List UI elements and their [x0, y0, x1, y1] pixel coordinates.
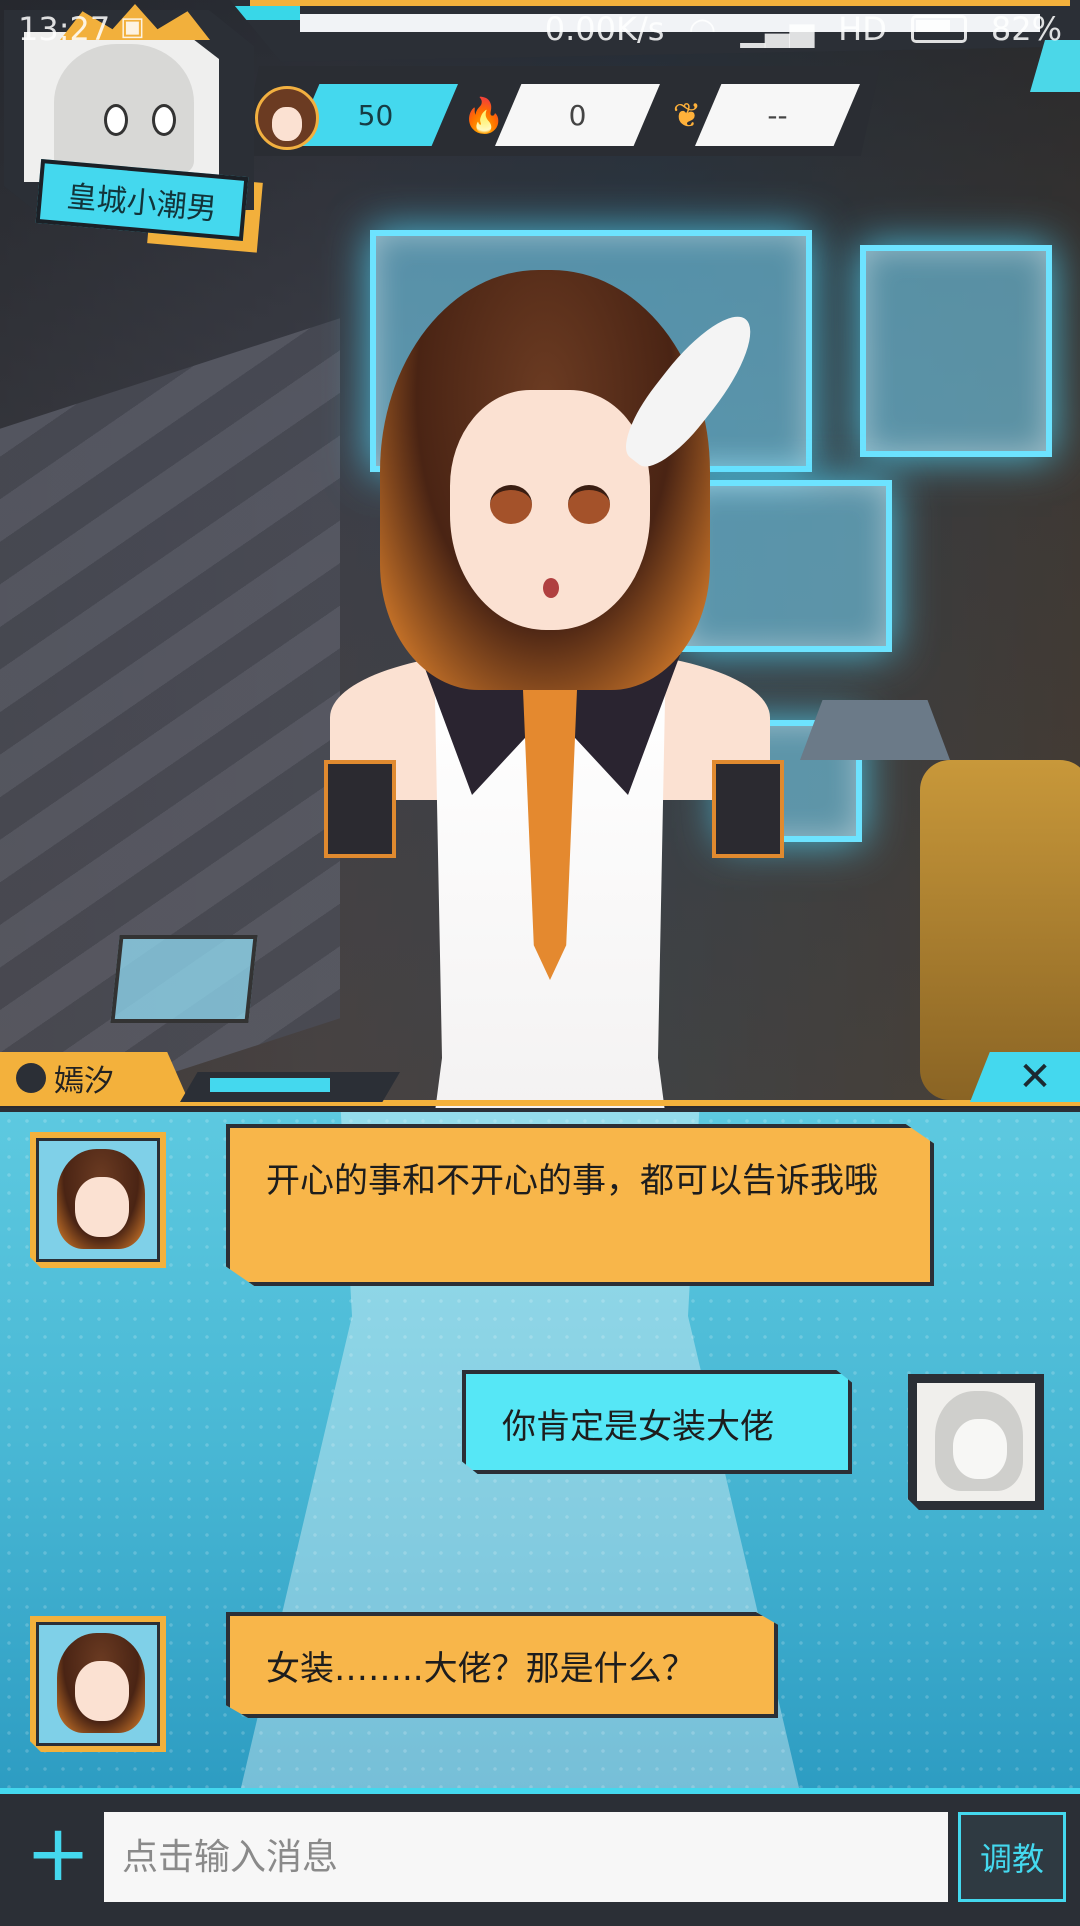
chat-bubble-bot: 女装……..大佬？那是什么？ [226, 1612, 778, 1718]
battery-icon [910, 15, 967, 43]
input-bar: + 调教 [0, 1788, 1080, 1926]
wing-icon: ❦ [672, 96, 702, 136]
speaker-name: 嫣汐 [54, 1064, 114, 1099]
status-bar: 13:27 ▣ 0.00K/s ◠ ▁▃▅ HD 82% [0, 0, 1080, 60]
wing-stat: -- [695, 84, 860, 146]
speaker-nameplate: 嫣汐 [0, 1052, 190, 1104]
avatar-eye [104, 104, 128, 136]
chat-panel[interactable]: 开心的事和不开心的事，都可以告诉我哦 你肯定是女装大佬 女装……..大佬？那是什… [0, 1108, 1080, 1792]
character-eye [568, 485, 610, 524]
close-button[interactable]: ✕ [970, 1052, 1080, 1102]
chat-bubble-bot: 开心的事和不开心的事，都可以告诉我哦 [226, 1124, 934, 1286]
speaker-icon [16, 1063, 46, 1093]
signal-icon: ▁▃▅ [740, 10, 815, 48]
bot-avatar[interactable] [30, 1132, 166, 1268]
message-input[interactable] [104, 1812, 948, 1902]
status-time: 13:27 [18, 10, 111, 48]
character-eye [490, 485, 532, 524]
bot-avatar[interactable] [30, 1616, 166, 1752]
wifi-icon: ◠ [688, 10, 717, 48]
battery-level: 82% [990, 10, 1062, 48]
net-speed: 0.00K/s [544, 10, 665, 48]
character-face [450, 390, 650, 630]
speaker-bar: 嫣汐 ✕ [0, 1050, 1080, 1108]
glowing-monitor [860, 245, 1052, 457]
speaker-deco-cyan [210, 1078, 330, 1092]
character-mouth [543, 578, 559, 598]
user-avatar[interactable] [908, 1374, 1044, 1510]
fire-stat: 0 [495, 84, 660, 146]
character-armband [712, 760, 784, 858]
laptop [110, 935, 258, 1023]
fire-icon: 🔥 [462, 96, 506, 136]
character-armband [324, 760, 396, 858]
train-button[interactable]: 调教 [958, 1812, 1066, 1902]
avatar-eye [152, 104, 176, 136]
sofa [920, 760, 1080, 1100]
desk-lamp [800, 700, 950, 760]
status-right: 0.00K/s ◠ ▁▃▅ HD 82% [545, 10, 1062, 48]
gallery-icon: ▣ [120, 12, 145, 42]
network-label: HD [838, 10, 887, 48]
chat-bubble-user: 你肯定是女装大佬 [462, 1370, 852, 1474]
plus-button[interactable]: + [18, 1815, 98, 1896]
